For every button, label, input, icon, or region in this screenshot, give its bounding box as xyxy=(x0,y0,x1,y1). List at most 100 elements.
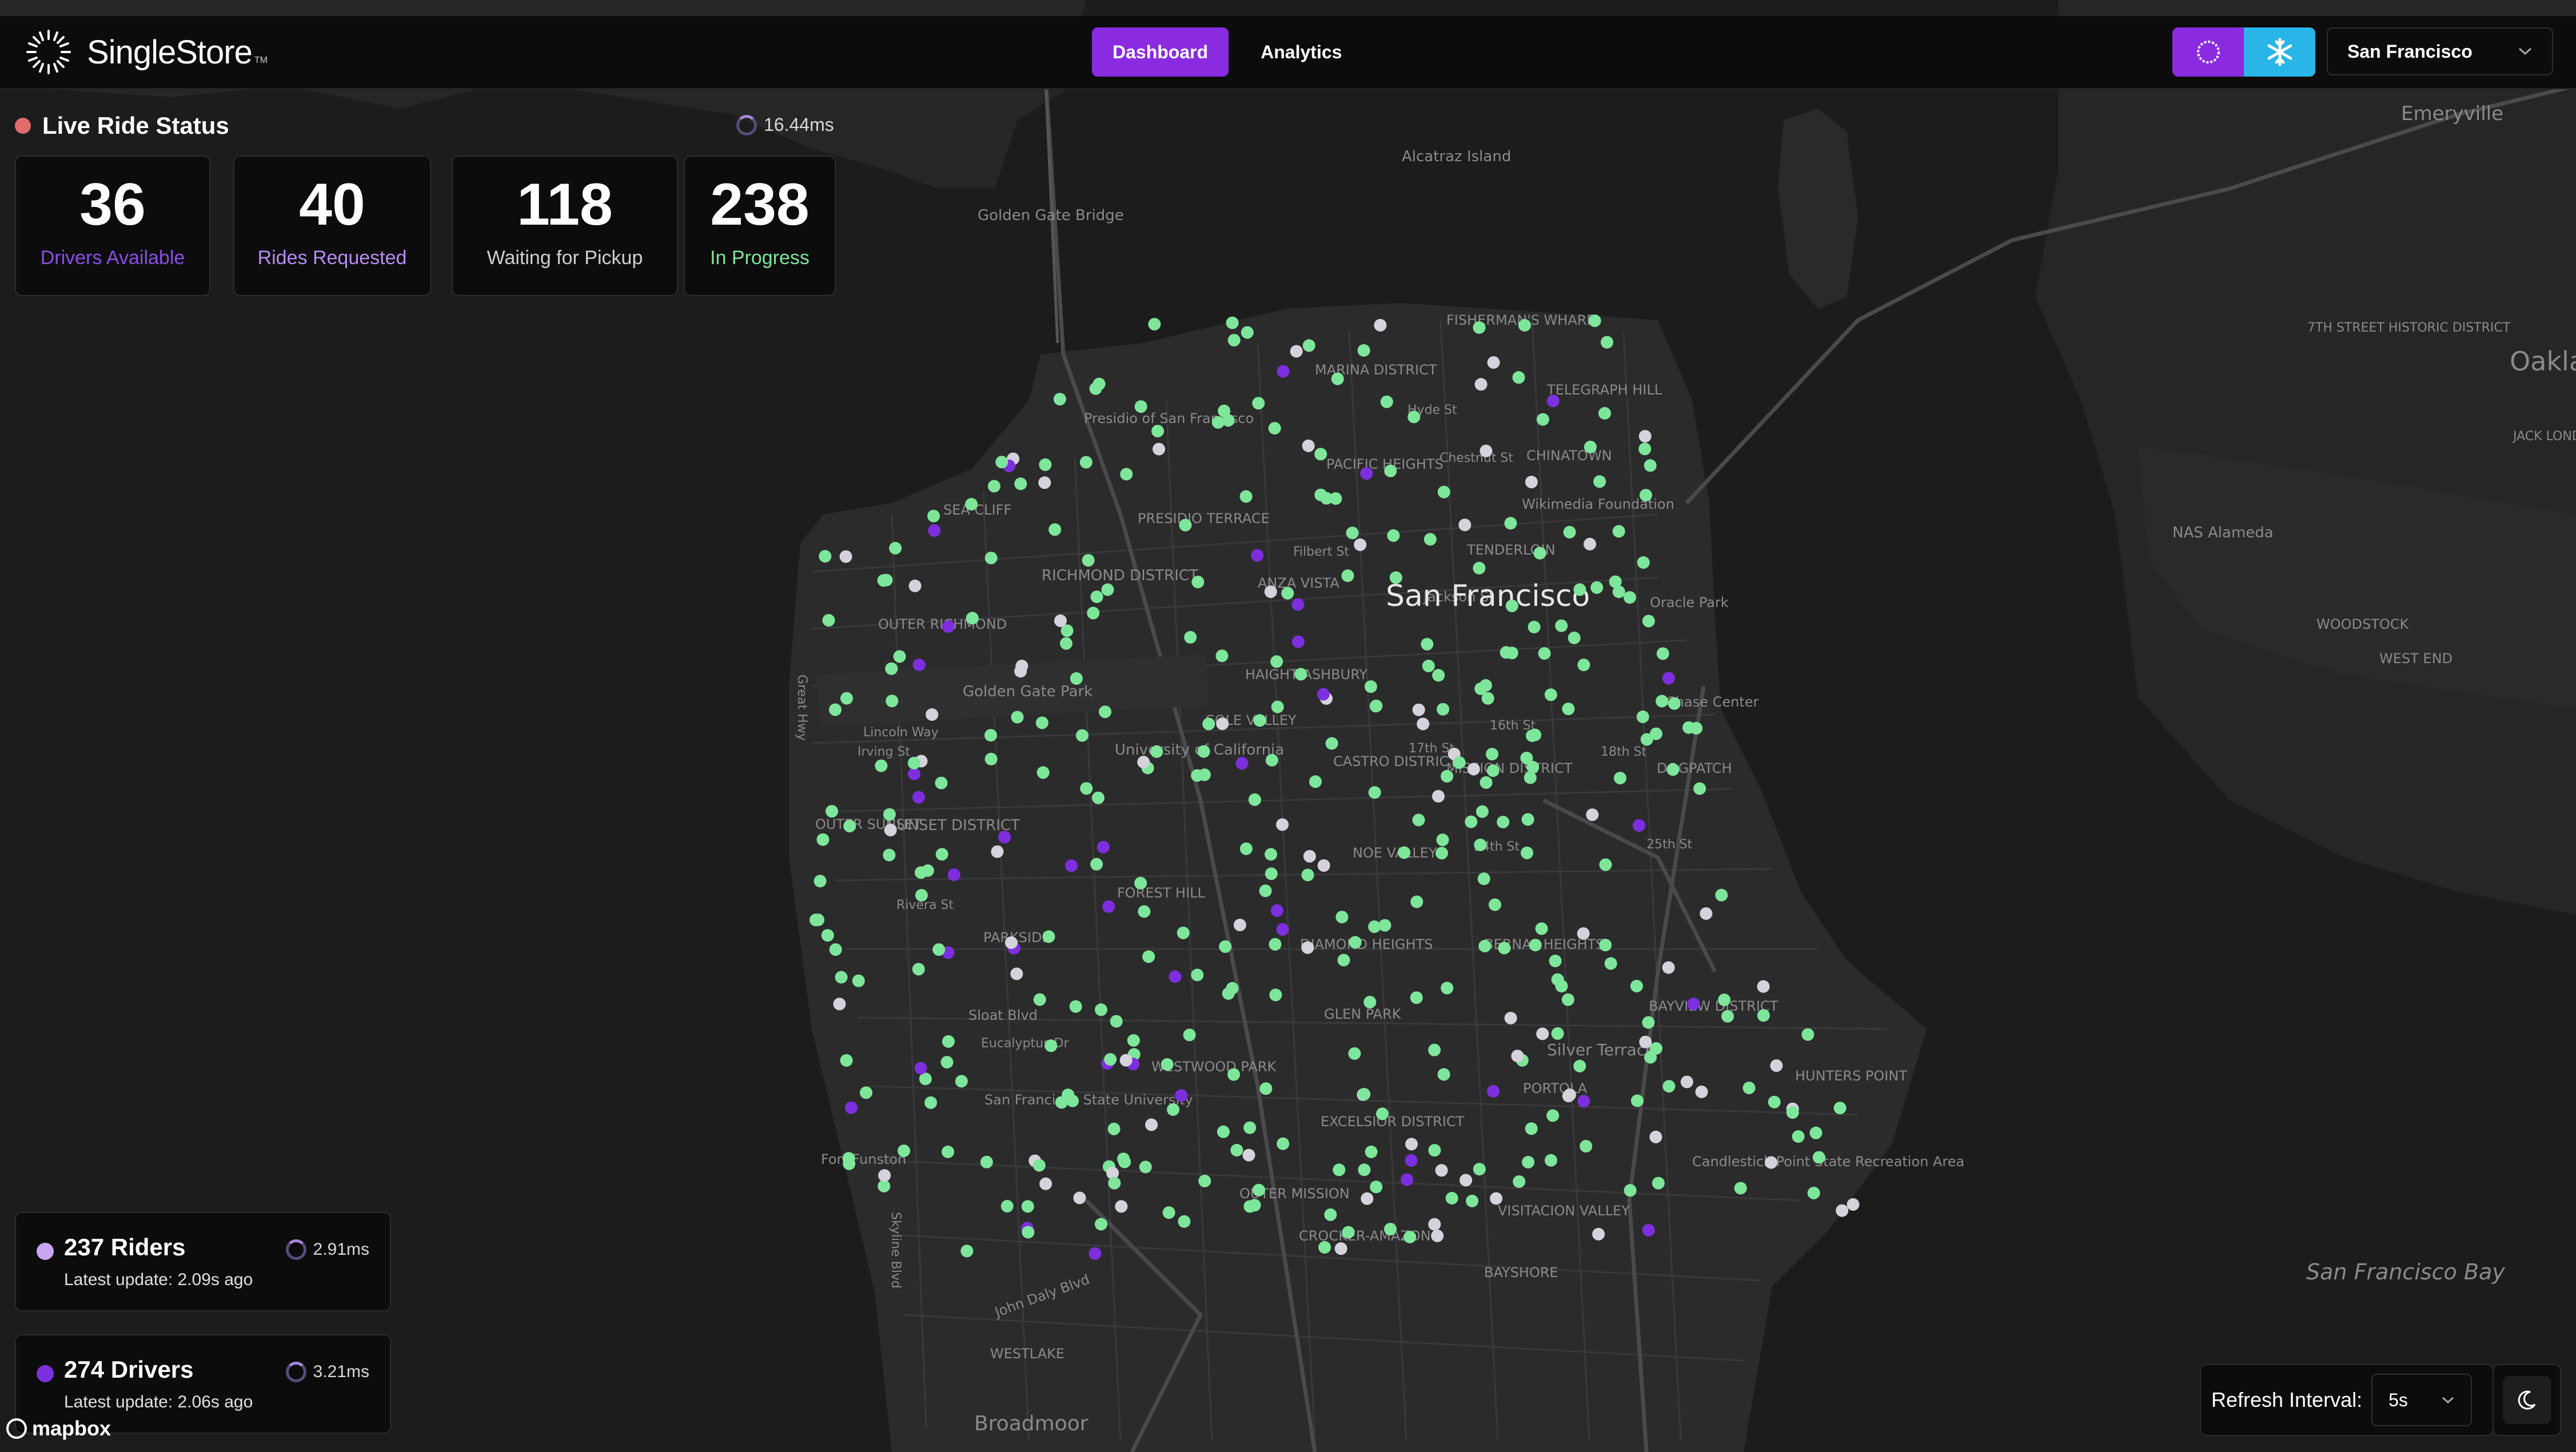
ride-point xyxy=(1226,316,1239,329)
ride-point xyxy=(1227,334,1241,347)
ride-point xyxy=(1612,525,1625,538)
ride-point xyxy=(1598,407,1611,420)
ride-point xyxy=(829,703,842,716)
map-label-oakland: Oakla xyxy=(2510,346,2576,377)
ride-point xyxy=(1407,410,1421,424)
ride-point xyxy=(1586,808,1599,821)
ride-point xyxy=(1847,1198,1860,1211)
singlestore-logo[interactable]: SingleStore TM xyxy=(23,26,268,78)
map-label-westlake: WESTLAKE xyxy=(990,1346,1064,1362)
ride-point xyxy=(1734,1182,1747,1195)
ride-point xyxy=(889,541,902,555)
ride-point xyxy=(1538,647,1551,660)
ride-point xyxy=(1011,711,1024,724)
ride-point xyxy=(1062,1088,1075,1102)
ride-point xyxy=(1498,942,1511,955)
ride-point xyxy=(878,1169,891,1182)
singlestore-toggle-button[interactable] xyxy=(2172,27,2244,77)
ride-point xyxy=(1431,1229,1444,1242)
map-label-skyline: Skyline Blvd xyxy=(888,1212,903,1289)
ride-point xyxy=(1226,982,1239,995)
ride-point xyxy=(1533,547,1546,560)
top-bar: SingleStore TM Dashboard Analytics San F… xyxy=(0,16,2576,89)
ride-point xyxy=(1268,422,1281,435)
city-select[interactable]: San Francisco xyxy=(2327,27,2553,75)
ride-point xyxy=(1422,660,1435,672)
ride-point xyxy=(1054,614,1067,627)
ride-point xyxy=(860,1086,872,1099)
ride-point xyxy=(1005,936,1018,949)
ride-point xyxy=(1252,397,1265,410)
ride-point xyxy=(1549,955,1562,967)
map-label-west-end: WEST END xyxy=(2379,651,2453,667)
ride-point xyxy=(908,579,922,592)
ride-point xyxy=(1721,1010,1734,1023)
ride-point xyxy=(1139,1160,1152,1174)
ride-point xyxy=(1060,637,1072,650)
drivers-dot xyxy=(37,1365,54,1382)
ride-point xyxy=(1108,1176,1121,1190)
ride-point xyxy=(1639,1035,1652,1048)
ride-point xyxy=(1765,1156,1778,1169)
ride-point xyxy=(924,1096,938,1109)
map-label-visitacion: VISITACION VALLEY xyxy=(1498,1203,1630,1219)
ride-point xyxy=(1786,1106,1799,1119)
mapbox-attribution[interactable]: mapbox xyxy=(5,1417,111,1441)
map-label-noe-valley: NOE VALLEY xyxy=(1353,845,1437,861)
ride-point xyxy=(1545,1154,1557,1167)
ride-point xyxy=(1151,425,1165,438)
refresh-interval-select[interactable]: 5s xyxy=(2371,1374,2473,1426)
nav-analytics[interactable]: Analytics xyxy=(1240,27,1362,77)
ride-point xyxy=(1384,464,1397,477)
ride-point xyxy=(1361,1192,1374,1205)
map-label-diamond-heights: DIAMOND HEIGHTS xyxy=(1300,936,1433,952)
database-toggle[interactable] xyxy=(2172,27,2315,77)
ride-point xyxy=(1801,1028,1815,1041)
ride-point xyxy=(1636,710,1649,723)
ride-point xyxy=(998,831,1011,844)
theme-toggle[interactable] xyxy=(2493,1364,2561,1436)
ride-point xyxy=(843,820,856,833)
ride-point xyxy=(1265,753,1278,767)
ride-point xyxy=(1341,569,1354,583)
ride-point xyxy=(1437,703,1450,716)
riders-dot xyxy=(37,1243,54,1260)
ride-point xyxy=(1110,1015,1123,1028)
ride-point xyxy=(1290,345,1303,358)
nav-dashboard[interactable]: Dashboard xyxy=(1092,27,1229,77)
ride-point xyxy=(1302,339,1315,352)
ride-point xyxy=(1604,957,1617,970)
ride-point xyxy=(1150,745,1163,758)
ride-point xyxy=(1169,970,1182,983)
ride-point xyxy=(1757,1009,1770,1022)
ride-point xyxy=(1107,1122,1120,1135)
ride-point xyxy=(1718,994,1731,1007)
ride-point xyxy=(1183,1028,1196,1042)
ride-point xyxy=(1301,941,1314,954)
ride-point xyxy=(1546,1109,1560,1122)
ride-point xyxy=(1544,688,1557,701)
ride-point xyxy=(1251,549,1264,562)
ride-point xyxy=(1432,789,1445,803)
ride-point xyxy=(1309,775,1322,788)
ride-point xyxy=(1662,672,1675,685)
ride-point xyxy=(980,1155,993,1168)
ride-point xyxy=(1644,459,1657,472)
ride-point xyxy=(1435,1164,1448,1177)
ride-point xyxy=(1259,884,1272,897)
ride-point xyxy=(1239,490,1253,503)
ride-point xyxy=(908,767,921,780)
ride-point xyxy=(1230,1144,1243,1156)
map-label-castro: CASTRO DISTRICT xyxy=(1333,753,1457,769)
ride-point xyxy=(1119,1054,1133,1067)
ride-point xyxy=(1090,591,1103,603)
snowflake-toggle-button[interactable] xyxy=(2244,27,2315,77)
card-label: Drivers Available xyxy=(40,247,185,269)
ride-point xyxy=(1348,1047,1361,1060)
chevron-down-icon xyxy=(2442,1397,2454,1404)
ride-point xyxy=(1642,1224,1655,1236)
live-ride-status-title: Live Ride Status xyxy=(15,112,229,139)
ride-point xyxy=(1148,318,1161,331)
ride-point xyxy=(822,614,835,627)
ride-point xyxy=(907,756,920,769)
